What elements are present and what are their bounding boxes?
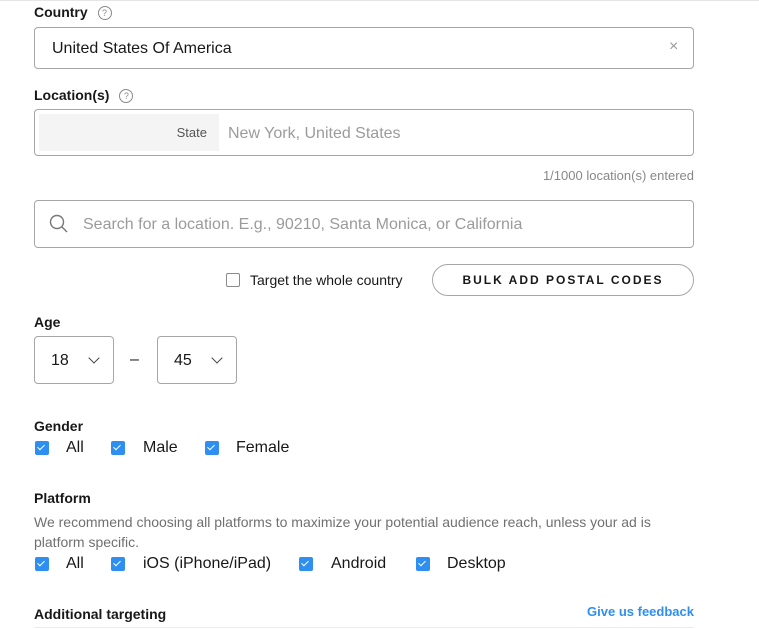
location-list: State New York, United States [34, 109, 694, 156]
age-min-value: 18 [51, 352, 69, 369]
location-entry[interactable]: New York, United States [228, 125, 401, 143]
locations-label: Location(s) ? [34, 87, 134, 103]
platform-ios-label[interactable]: iOS (iPhone/iPad) [143, 555, 271, 573]
age-separator: – [130, 351, 139, 368]
search-icon [49, 214, 68, 233]
location-count: 1/1000 location(s) entered [542, 168, 694, 183]
age-max-select[interactable]: 45 [157, 336, 237, 384]
age-label: Age [34, 314, 61, 330]
gender-male-checkbox[interactable] [111, 441, 125, 455]
help-icon[interactable]: ? [97, 6, 112, 20]
gender-all-checkbox[interactable] [35, 441, 49, 455]
gender-all-label[interactable]: All [66, 439, 84, 457]
country-select[interactable]: United States Of America × [34, 27, 694, 69]
platform-desktop-checkbox[interactable] [416, 557, 430, 571]
platform-description: We recommend choosing all platforms to m… [34, 514, 651, 550]
locations-label-text: Location(s) [34, 87, 110, 103]
platform-ios-checkbox[interactable] [111, 557, 125, 571]
platform-all-label[interactable]: All [66, 555, 84, 573]
country-label-text: Country [34, 4, 88, 20]
location-search-input[interactable]: Search for a location. E.g., 90210, Sant… [34, 200, 694, 248]
gender-label: Gender [34, 418, 84, 434]
location-type-tag: State [39, 114, 219, 151]
platform-android-checkbox[interactable] [299, 557, 313, 571]
clear-icon[interactable]: × [669, 38, 678, 56]
bulk-add-postal-codes-button[interactable]: BULK ADD POSTAL CODES [432, 264, 694, 296]
chevron-down-icon [211, 352, 223, 364]
gender-male-label[interactable]: Male [143, 439, 178, 457]
whole-country-label[interactable]: Target the whole country [250, 272, 403, 288]
country-value: United States Of America [52, 40, 232, 57]
gender-female-checkbox[interactable] [205, 441, 219, 455]
top-divider [0, 0, 759, 1]
help-icon[interactable]: ? [119, 89, 134, 103]
gender-female-label[interactable]: Female [236, 439, 289, 457]
age-min-select[interactable]: 18 [34, 336, 114, 384]
section-divider [34, 627, 694, 628]
platform-label: Platform [34, 490, 91, 506]
chevron-down-icon [88, 352, 100, 364]
age-max-value: 45 [174, 352, 192, 369]
whole-country-checkbox[interactable] [226, 273, 240, 287]
country-label: Country ? [34, 4, 112, 20]
search-placeholder: Search for a location. E.g., 90210, Sant… [83, 216, 523, 233]
platform-desktop-label[interactable]: Desktop [447, 555, 506, 573]
platform-android-label[interactable]: Android [331, 555, 386, 573]
additional-targeting-label: Additional targeting [34, 606, 167, 622]
platform-all-checkbox[interactable] [35, 557, 49, 571]
feedback-link[interactable]: Give us feedback [587, 604, 694, 619]
